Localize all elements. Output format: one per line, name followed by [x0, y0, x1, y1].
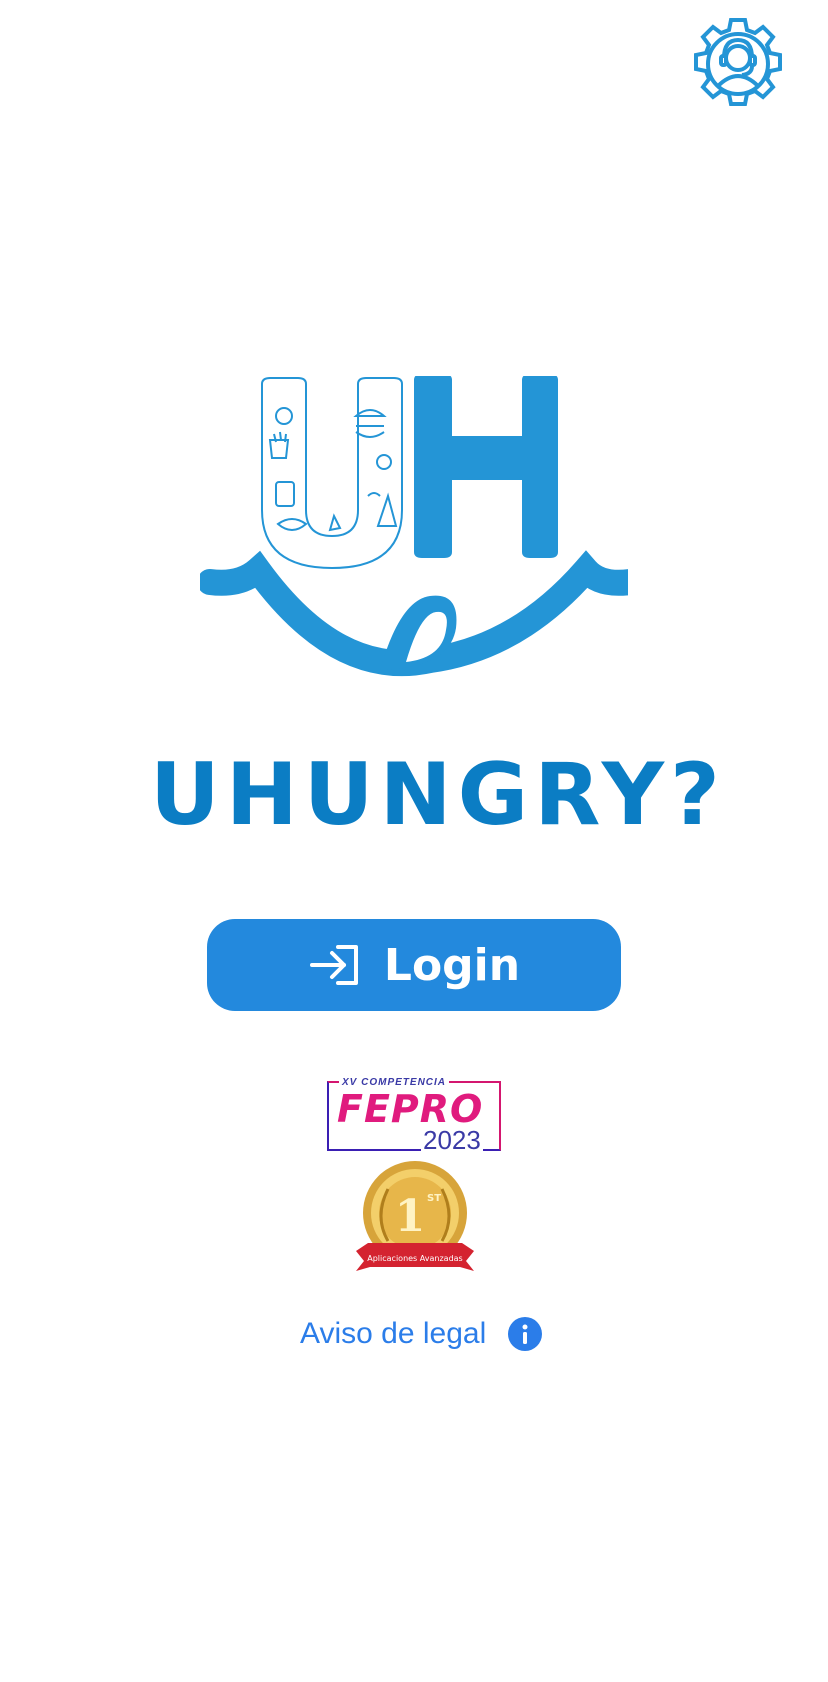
- gear-support-icon: [694, 18, 782, 106]
- support-settings-button[interactable]: [688, 14, 788, 114]
- gold-medal-icon: 1 ST Aplicaciones Avanzadas: [356, 1161, 474, 1271]
- medal-ribbon-text: Aplicaciones Avanzadas: [367, 1254, 462, 1263]
- login-button[interactable]: Login: [207, 919, 621, 1011]
- legal-notice-link[interactable]: Aviso de legal: [300, 1313, 543, 1355]
- first-place-medal: 1 ST Aplicaciones Avanzadas: [352, 1155, 478, 1281]
- login-button-label: Login: [383, 939, 521, 991]
- competition-award-banner: XV COMPETENCIA FEPRO 2023: [325, 1077, 503, 1157]
- app-wordmark: UHUNGRY?: [150, 745, 726, 845]
- login-arrow-icon: [309, 945, 358, 985]
- legal-notice-label: Aviso de legal: [300, 1317, 487, 1350]
- uh-smile-logo-icon: [200, 376, 628, 677]
- medal-place: 1: [395, 1191, 426, 1242]
- info-circle-icon: [508, 1317, 543, 1351]
- medal-suffix: ST: [427, 1193, 441, 1204]
- brand-logo: [200, 376, 628, 720]
- award-year: 2023: [421, 1125, 483, 1156]
